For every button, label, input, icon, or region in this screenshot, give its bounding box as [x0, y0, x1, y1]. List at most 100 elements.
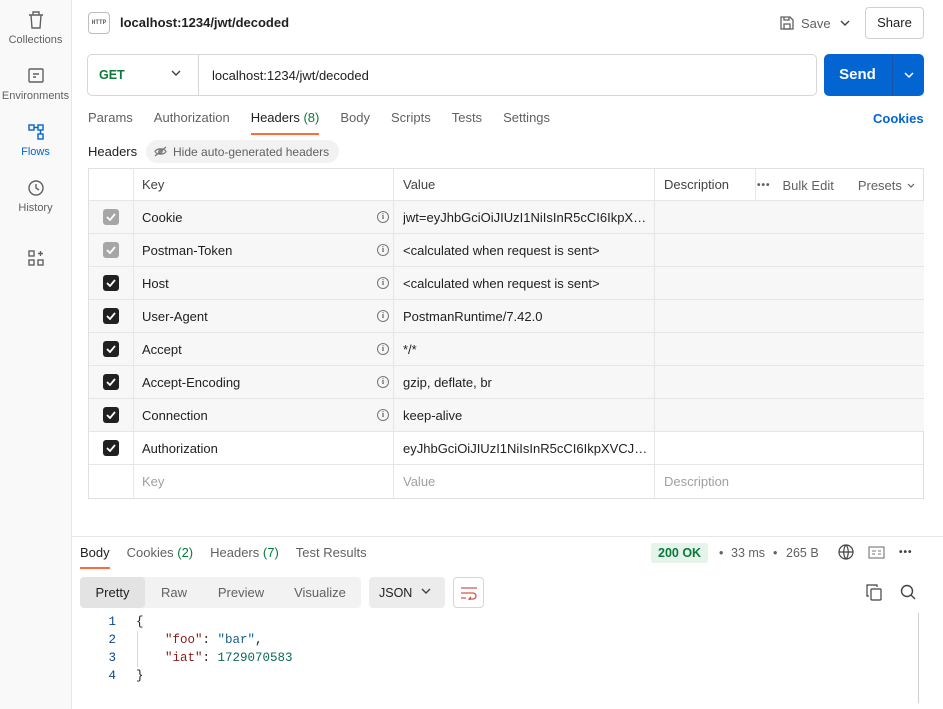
header-description-cell[interactable] [655, 366, 924, 398]
response-tab-test-results[interactable]: Test Results [296, 545, 367, 569]
wrap-lines-button[interactable] [453, 577, 484, 608]
more-options-icon[interactable]: ••• [899, 547, 913, 558]
response-tabs: Body Cookies (2) Headers (7) Test Result… [80, 545, 384, 569]
row-checkbox[interactable] [103, 209, 119, 225]
response-tab-cookies[interactable]: Cookies (2) [127, 545, 193, 569]
json-comma: , [255, 633, 263, 647]
header-key-cell[interactable]: Cookie i [134, 201, 394, 233]
tab-body[interactable]: Body [340, 110, 370, 135]
header-key-cell[interactable]: Accept i [134, 333, 394, 365]
save-dropdown-button[interactable] [831, 8, 859, 38]
header-description-cell[interactable] [655, 267, 924, 299]
globe-icon[interactable] [838, 544, 854, 560]
presets-button[interactable]: Presets [858, 178, 915, 193]
save-button[interactable]: Save [775, 8, 835, 38]
add-apps-button[interactable] [0, 249, 71, 271]
tab-settings[interactable]: Settings [503, 110, 550, 135]
info-icon[interactable]: i [377, 343, 389, 355]
save-response-icon[interactable] [868, 545, 885, 559]
url-input[interactable]: localhost:1234/jwt/decoded [212, 68, 369, 83]
info-icon[interactable]: i [377, 376, 389, 388]
header-value-cell[interactable]: */* [394, 333, 655, 365]
row-checkbox[interactable] [103, 341, 119, 357]
request-title[interactable]: localhost:1234/jwt/decoded [120, 15, 289, 30]
response-tab-body[interactable]: Body [80, 545, 110, 569]
view-preview-button[interactable]: Preview [203, 577, 279, 608]
header-description-cell[interactable] [655, 234, 924, 266]
cookies-link[interactable]: Cookies [873, 111, 924, 126]
header-key-cell[interactable]: Postman-Token i [134, 234, 394, 266]
header-value-cell[interactable]: PostmanRuntime/7.42.0 [394, 300, 655, 332]
info-icon[interactable]: i [377, 310, 389, 322]
row-checkbox[interactable] [103, 407, 119, 423]
more-options-icon[interactable]: ••• [757, 180, 771, 191]
format-select[interactable]: JSON [369, 577, 445, 608]
sidebar-item-flows[interactable]: Flows [0, 122, 71, 158]
header-key-cell[interactable]: Host i [134, 267, 394, 299]
hide-auto-label: Hide auto-generated headers [173, 144, 330, 159]
trash-can-icon [28, 11, 43, 29]
header-key-cell[interactable]: User-Agent i [134, 300, 394, 332]
send-dropdown-button[interactable] [893, 54, 924, 96]
row-checkbox[interactable] [103, 374, 119, 390]
editor-scrollbar[interactable] [918, 613, 919, 703]
header-key-cell[interactable]: Connection i [134, 399, 394, 431]
send-button[interactable]: Send [824, 54, 924, 96]
sidebar-item-collections[interactable]: Collections [0, 10, 71, 46]
method-select[interactable]: GET [88, 55, 199, 95]
copy-icon[interactable] [866, 584, 882, 601]
header-value-cell[interactable]: <calculated when request is sent> [394, 234, 655, 266]
header-value-cell[interactable]: <calculated when request is sent> [394, 267, 655, 299]
view-raw-button[interactable]: Raw [145, 577, 203, 608]
info-icon[interactable]: i [377, 244, 389, 256]
header-key: Connection [142, 407, 208, 423]
row-checkbox[interactable] [103, 440, 119, 456]
response-divider[interactable] [72, 536, 943, 537]
share-button[interactable]: Share [865, 7, 924, 39]
view-visualize-button[interactable]: Visualize [279, 577, 361, 608]
header-key-cell[interactable]: Accept-Encoding i [134, 366, 394, 398]
sidebar-item-environments[interactable]: Environments [0, 66, 71, 102]
flows-icon [27, 124, 44, 140]
header-description-cell[interactable] [655, 432, 924, 464]
new-value-input[interactable]: Value [394, 465, 655, 498]
bulk-edit-button[interactable]: Bulk Edit [783, 178, 834, 193]
tab-tests[interactable]: Tests [452, 110, 482, 135]
table-row-new: Key Value Description [89, 465, 923, 498]
info-icon[interactable]: i [377, 211, 389, 223]
header-value-cell[interactable]: eyJhbGciOiJIUzI1NiIsInR5cCI6IkpXVCJ9.eyJ… [394, 432, 655, 464]
info-icon[interactable]: i [377, 277, 389, 289]
row-checkbox-cell [89, 366, 134, 398]
new-description-input[interactable]: Description [655, 465, 924, 498]
header-description-cell[interactable] [655, 300, 924, 332]
header-description-cell[interactable] [655, 201, 924, 233]
view-pretty-button[interactable]: Pretty [80, 577, 145, 608]
row-checkbox-cell [89, 300, 134, 332]
row-checkbox[interactable] [103, 275, 119, 291]
hide-auto-headers-toggle[interactable]: Hide auto-generated headers [146, 140, 340, 163]
row-checkbox-cell [89, 267, 134, 299]
header-value-cell[interactable]: jwt=eyJhbGciOiJIUzI1NiIsInR5cCI6IkpXVCJ9… [394, 201, 655, 233]
new-key-input[interactable]: Key [134, 465, 394, 498]
header-value-cell[interactable]: keep-alive [394, 399, 655, 431]
code-text: "foo": "bar", [165, 631, 263, 649]
row-checkbox[interactable] [103, 308, 119, 324]
tab-headers[interactable]: Headers (8) [250, 110, 320, 135]
tab-params[interactable]: Params [88, 110, 133, 135]
header-description-cell[interactable] [655, 333, 924, 365]
row-checkbox[interactable] [103, 242, 119, 258]
status-badge[interactable]: 200 OK [651, 543, 709, 563]
info-icon[interactable]: i [377, 409, 389, 421]
search-icon[interactable] [900, 584, 916, 600]
table-row: Host i <calculated when request is sent> [89, 267, 924, 300]
header-description-cell[interactable] [655, 399, 924, 431]
response-time[interactable]: 33 ms [731, 546, 765, 560]
response-tab-headers[interactable]: Headers (7) [210, 545, 279, 569]
tab-scripts[interactable]: Scripts [391, 110, 431, 135]
response-size[interactable]: 265 B [786, 546, 819, 560]
header-key-cell[interactable]: Authorization [134, 432, 394, 464]
response-body-editor[interactable]: 1 { 2 "foo": "bar", 3 "iat": 1729070583 … [80, 613, 918, 703]
header-value-cell[interactable]: gzip, deflate, br [394, 366, 655, 398]
sidebar-item-history[interactable]: History [0, 178, 71, 214]
tab-authorization[interactable]: Authorization [154, 110, 230, 135]
